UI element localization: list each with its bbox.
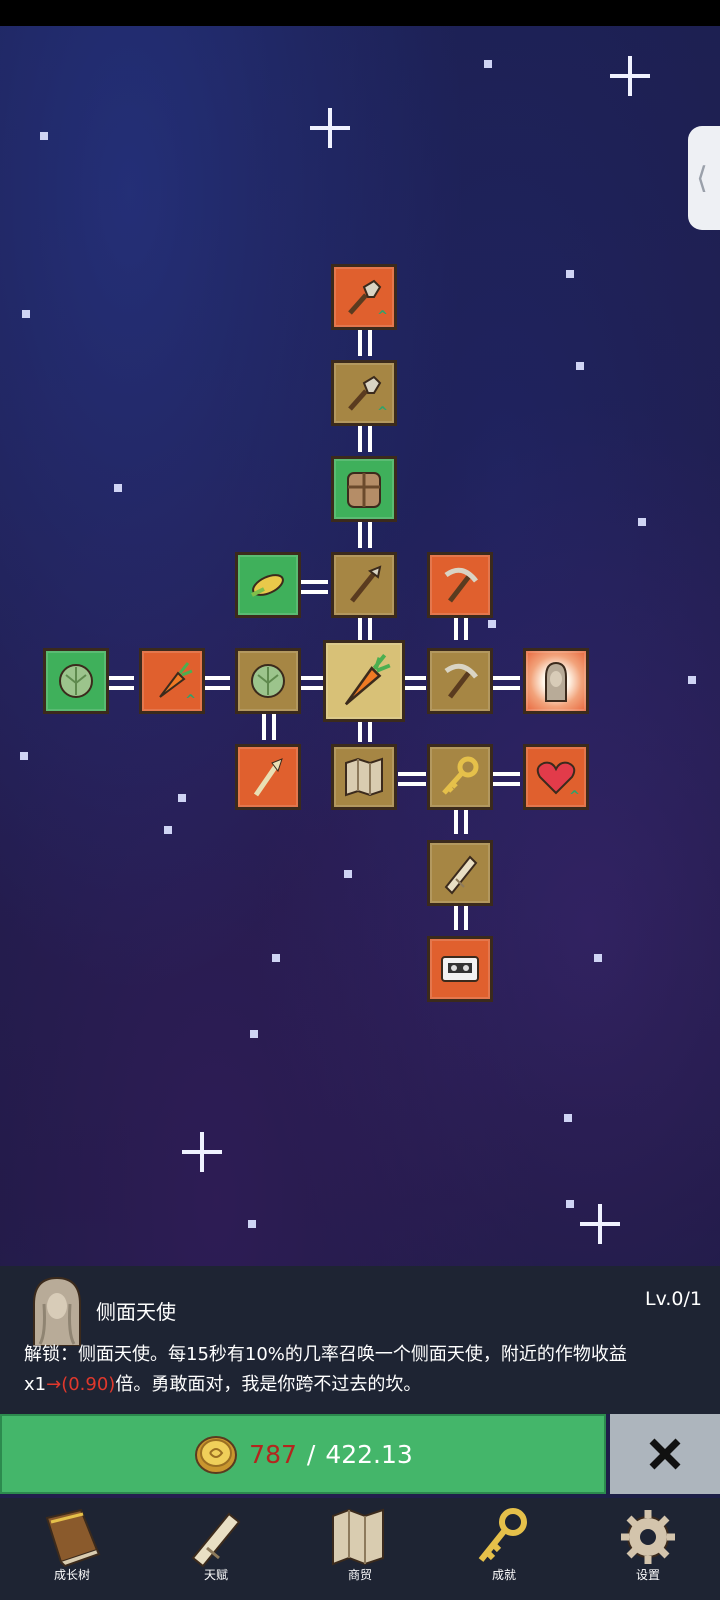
key-icon (442, 756, 479, 795)
key-icon (478, 1508, 527, 1562)
upgrade-mark: ^ (377, 309, 388, 324)
pickaxe-icon (444, 567, 478, 603)
tree-link (106, 676, 134, 690)
tree-link (358, 520, 372, 548)
arrow-right-icon: → (46, 1374, 62, 1395)
tree-node-carrot-upgrade[interactable]: ^ (139, 648, 205, 714)
tree-node-cassette[interactable] (427, 936, 493, 1002)
tree-node-pickaxe-upgrade[interactable] (427, 552, 493, 618)
close-x-icon (649, 1438, 681, 1470)
tree-node-wheat[interactable] (235, 744, 301, 810)
cabbage-icon (251, 664, 285, 698)
skill-level: Lv.0/1 (645, 1288, 702, 1310)
cabbage-icon (59, 664, 93, 698)
angel-icon (28, 1274, 86, 1347)
growth-tree: ^ ^ ^ ^ (0, 0, 720, 1260)
corn-icon (251, 574, 284, 597)
tree-node-carrot-root[interactable] (323, 640, 405, 722)
tree-node-pickaxe[interactable] (427, 648, 493, 714)
hoe-icon (350, 565, 382, 603)
nav-item-settings[interactable]: 设置 (576, 1498, 720, 1600)
nav-item-growth-tree[interactable]: 成长树 (0, 1498, 144, 1600)
tree-link (358, 328, 372, 356)
tree-link (454, 902, 468, 930)
tree-node-map[interactable] (331, 744, 397, 810)
tree-link (262, 712, 276, 740)
map-icon (345, 757, 383, 797)
close-button[interactable] (610, 1414, 720, 1494)
upgrade-mark: ^ (377, 405, 388, 420)
nav-label: 设置 (635, 1568, 660, 1582)
description-text-tail: 倍。勇敢面对，我是你跨不过去的坎。 (115, 1374, 422, 1395)
tree-link (492, 772, 520, 786)
tree-node-shovel[interactable]: ^ (331, 360, 397, 426)
tree-link (454, 806, 468, 834)
nav-label: 成长树 (53, 1568, 90, 1582)
nav-item-trade[interactable]: 商贸 (288, 1498, 432, 1600)
wheat-icon (253, 758, 283, 797)
description-new-value: (0.90) (61, 1374, 116, 1395)
bottom-navigation: 成长树 天赋 商贸 成就 设置 (0, 1498, 720, 1600)
scroll-icon (191, 1512, 241, 1568)
tree-link (358, 424, 372, 452)
tree-link (202, 676, 230, 690)
tree-link (300, 580, 328, 594)
tree-node-cabbage-far[interactable] (43, 648, 109, 714)
skill-title: 侧面天使 (96, 1300, 176, 1324)
tree-node-heart[interactable]: ^ (523, 744, 589, 810)
tree-node-shovel-upgrade[interactable]: ^ (331, 264, 397, 330)
tree-node-backpack[interactable] (331, 456, 397, 522)
tree-link (398, 772, 426, 786)
tree-link (298, 676, 326, 690)
cassette-icon (441, 956, 479, 982)
carrot-icon (344, 653, 391, 706)
nav-label: 成就 (491, 1568, 516, 1582)
upgrade-cost: 422.13 (325, 1439, 413, 1469)
upgrade-mark: ^ (185, 693, 196, 708)
coin-separator: / (306, 1439, 316, 1469)
gear-icon (621, 1510, 675, 1564)
tree-link (492, 676, 520, 690)
skill-info-panel: 侧面天使 Lv.0/1 解锁：侧面天使。每15秒有10%的几率召唤一个侧面天使，… (0, 1266, 720, 1414)
gold-coin-icon (195, 1436, 238, 1474)
tree-node-cabbage[interactable] (235, 648, 301, 714)
skill-description: 解锁：侧面天使。每15秒有10%的几率召唤一个侧面天使，附近的作物收益x1→(0… (24, 1340, 704, 1400)
nav-label: 商贸 (347, 1568, 372, 1582)
nav-label: 天赋 (203, 1568, 228, 1582)
coin-balance: 787 (249, 1439, 297, 1469)
upgrade-mark: ^ (569, 789, 580, 804)
nav-item-achievement[interactable]: 成就 (432, 1498, 576, 1600)
tree-node-hoe[interactable] (331, 552, 397, 618)
backpack-icon (347, 472, 381, 508)
pickaxe-icon (444, 663, 478, 699)
tree-node-key[interactable] (427, 744, 493, 810)
purchase-button[interactable]: 787 / 422.13 (0, 1414, 606, 1494)
tree-node-corn[interactable] (235, 552, 301, 618)
book-icon (45, 1508, 101, 1568)
angel-icon (545, 661, 567, 702)
tree-node-side-angel[interactable] (523, 648, 589, 714)
tree-node-scroll[interactable] (427, 840, 493, 906)
nav-item-talent[interactable]: 天赋 (144, 1498, 288, 1600)
map-icon (332, 1508, 384, 1566)
scroll-icon (444, 855, 478, 895)
